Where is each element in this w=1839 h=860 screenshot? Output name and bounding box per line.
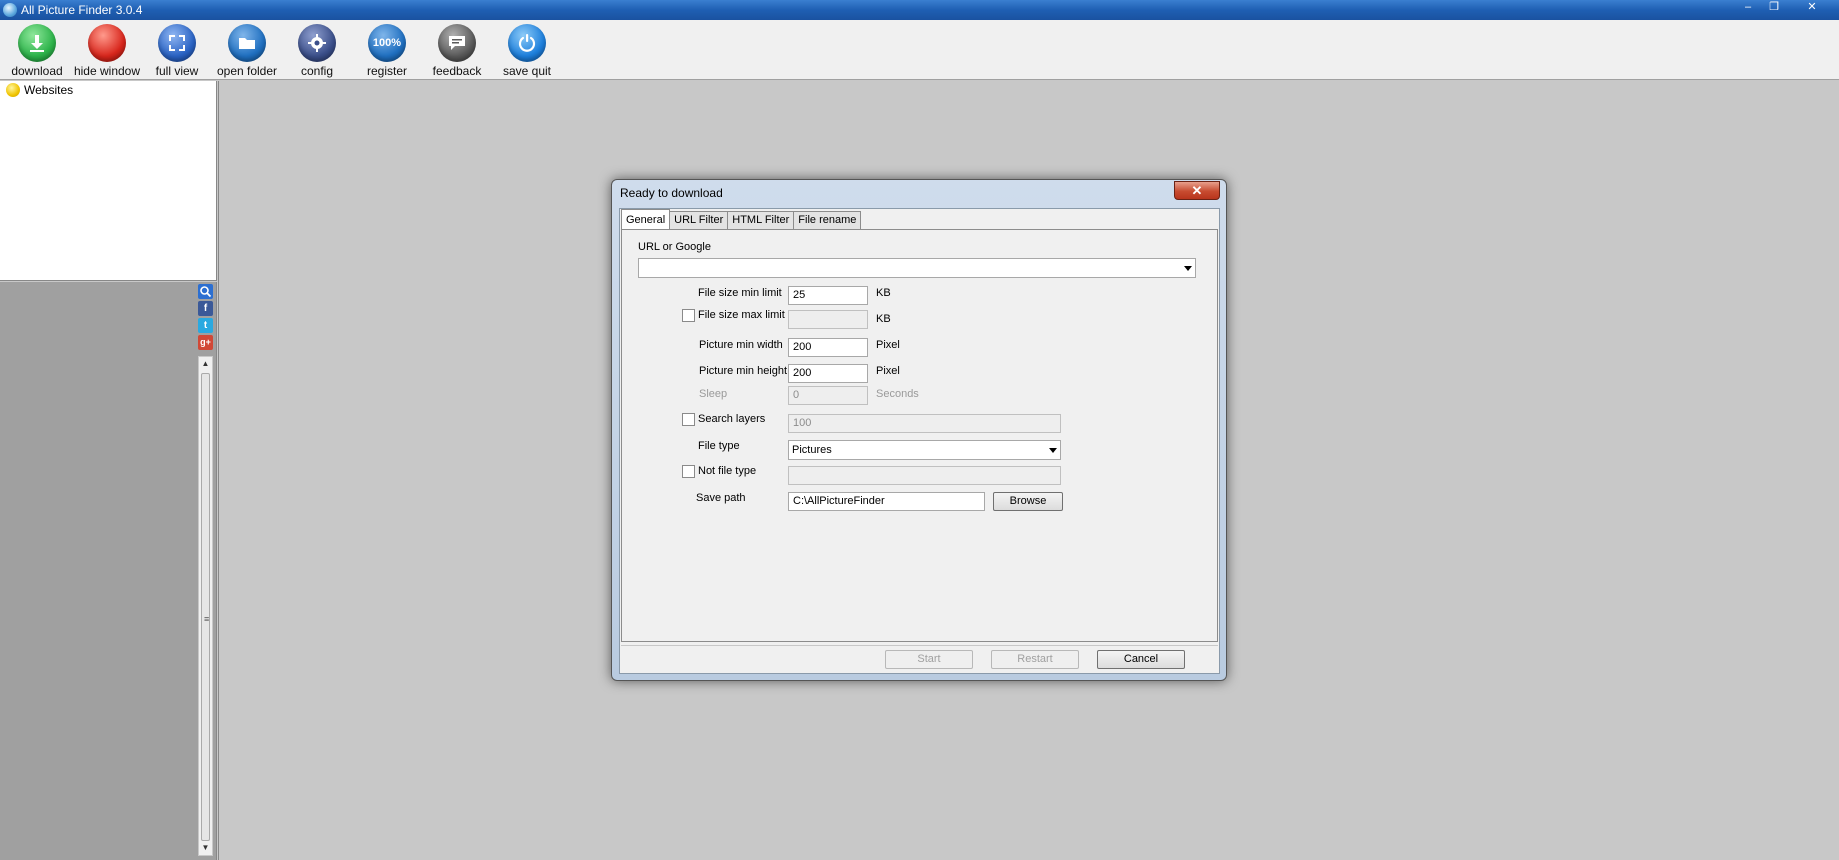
footer-divider: [621, 645, 1218, 646]
full-view-button[interactable]: full view: [140, 24, 214, 80]
search-layers-checkbox[interactable]: [682, 413, 695, 426]
websites-icon: [6, 83, 20, 97]
feedback-label: feedback: [432, 64, 482, 78]
not-file-type-checkbox[interactable]: [682, 465, 695, 478]
gear-icon: [298, 24, 336, 62]
window-title: All Picture Finder 3.0.4: [21, 3, 143, 17]
facebook-icon[interactable]: f: [198, 301, 213, 316]
file-type-select[interactable]: Pictures: [788, 440, 1061, 460]
websites-tree: Websites: [0, 81, 217, 281]
feedback-button[interactable]: feedback: [420, 24, 494, 80]
hide-window-label: hide window: [73, 64, 141, 78]
sleep-label: Sleep: [699, 388, 728, 400]
restore-button[interactable]: ❐: [1762, 0, 1786, 16]
search-layers-input[interactable]: 100: [788, 414, 1061, 433]
grip-icon: ≡: [204, 614, 210, 624]
minimize-button[interactable]: ‒: [1736, 0, 1760, 16]
sleep-input[interactable]: 0: [788, 386, 868, 405]
scroll-up-icon[interactable]: ▲: [199, 357, 212, 371]
file-type-value: Pictures: [792, 444, 832, 456]
tab-file-rename[interactable]: File rename: [793, 211, 862, 229]
restart-button[interactable]: Restart: [991, 650, 1079, 669]
file-size-max-unit: KB: [876, 313, 891, 325]
save-path-label: Save path: [696, 492, 746, 504]
search-icon[interactable]: [198, 284, 213, 299]
app-icon: [3, 3, 17, 17]
scroll-down-icon[interactable]: ▼: [199, 841, 212, 855]
general-panel: URL or Google File size min limit 25 KB …: [621, 229, 1218, 642]
left-scrollbar[interactable]: ▲ ≡ ▼: [198, 356, 213, 856]
tab-strip: General URL Filter HTML Filter File rena…: [621, 209, 862, 229]
scroll-thumb[interactable]: ≡: [201, 373, 210, 841]
toolbar: download hide window full view open fold…: [0, 20, 1839, 80]
url-label: URL or Google: [638, 241, 711, 253]
full-view-icon: [158, 24, 196, 62]
start-button[interactable]: Start: [885, 650, 973, 669]
dialog-body: General URL Filter HTML Filter File rena…: [619, 208, 1220, 674]
min-height-unit: Pixel: [876, 365, 900, 377]
download-label: download: [11, 64, 63, 78]
file-size-max-input[interactable]: [788, 310, 868, 329]
power-icon: [508, 24, 546, 62]
search-layers-label: Search layers: [698, 413, 766, 425]
twitter-icon[interactable]: t: [198, 318, 213, 333]
url-combo[interactable]: [638, 258, 1196, 278]
chevron-down-icon[interactable]: [1184, 266, 1192, 271]
feedback-icon: [438, 24, 476, 62]
tab-html-filter[interactable]: HTML Filter: [727, 211, 795, 229]
google-plus-icon[interactable]: g+: [198, 335, 213, 350]
file-size-min-input[interactable]: 25: [788, 286, 868, 305]
cancel-button[interactable]: Cancel: [1097, 650, 1185, 669]
tree-item-label: Websites: [24, 83, 74, 97]
min-height-input[interactable]: 200: [788, 364, 868, 383]
full-view-label: full view: [155, 64, 199, 78]
min-width-input[interactable]: 200: [788, 338, 868, 357]
chevron-down-icon[interactable]: [1049, 448, 1057, 453]
save-quit-label: save quit: [502, 64, 552, 78]
file-size-max-checkbox[interactable]: [682, 309, 695, 322]
register-icon: 100%: [368, 24, 406, 62]
download-button[interactable]: download: [0, 24, 74, 80]
file-type-label: File type: [698, 440, 740, 452]
download-icon: [18, 24, 56, 62]
save-path-input[interactable]: C:\AllPictureFinder: [788, 492, 985, 511]
register-label: register: [366, 64, 407, 78]
close-window-button[interactable]: ✕: [1800, 0, 1824, 16]
browse-button[interactable]: Browse: [993, 492, 1063, 511]
not-file-type-input[interactable]: [788, 466, 1061, 485]
tab-url-filter[interactable]: URL Filter: [669, 211, 729, 229]
folder-icon: [228, 24, 266, 62]
sleep-unit: Seconds: [876, 388, 919, 400]
file-size-min-label: File size min limit: [698, 287, 782, 299]
tab-general[interactable]: General: [621, 209, 671, 229]
register-button[interactable]: 100% register: [350, 24, 424, 80]
dialog-title: Ready to download: [620, 186, 723, 200]
download-dialog: Ready to download ✕ General URL Filter H…: [611, 179, 1227, 681]
min-height-label: Picture min height: [699, 365, 788, 377]
title-bar: All Picture Finder 3.0.4 ‒ ❐ ✕: [0, 0, 1839, 20]
file-size-min-unit: KB: [876, 287, 891, 299]
save-quit-button[interactable]: save quit: [490, 24, 564, 80]
tree-item-websites[interactable]: Websites: [6, 83, 73, 97]
open-folder-button[interactable]: open folder: [210, 24, 284, 80]
hide-window-icon: [88, 24, 126, 62]
not-file-type-label: Not file type: [698, 465, 757, 477]
min-width-unit: Pixel: [876, 339, 900, 351]
min-width-label: Picture min width: [699, 339, 783, 351]
left-bottom-panel: [0, 282, 217, 860]
dialog-close-button[interactable]: ✕: [1174, 181, 1220, 200]
file-size-max-label: File size max limit: [698, 309, 785, 321]
open-folder-label: open folder: [216, 64, 278, 78]
hide-window-button[interactable]: hide window: [70, 24, 144, 80]
config-button[interactable]: config: [280, 24, 354, 80]
config-label: config: [300, 64, 334, 78]
